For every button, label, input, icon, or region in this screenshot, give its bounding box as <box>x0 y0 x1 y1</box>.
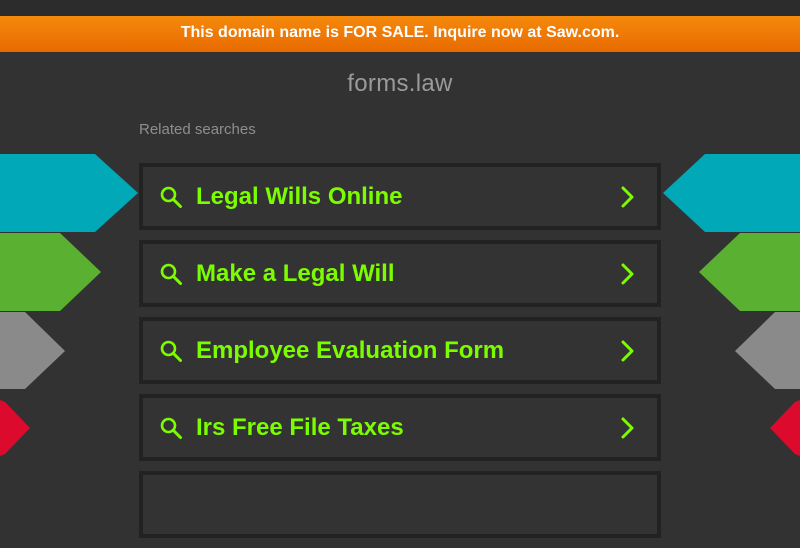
search-link-label: Employee Evaluation Form <box>196 337 505 364</box>
search-link-make-a-legal-will[interactable]: Make a Legal Will <box>139 240 661 307</box>
search-link-legal-wills-online[interactable]: Legal Wills Online <box>139 163 661 230</box>
left-decorative-arrows <box>0 154 138 456</box>
search-icon <box>160 186 182 208</box>
search-icon <box>160 417 182 439</box>
search-link-partial[interactable] <box>139 471 661 538</box>
chevron-right-icon <box>621 263 634 285</box>
top-strip <box>0 0 800 16</box>
right-red-arrow <box>770 400 800 456</box>
search-icon <box>160 263 182 285</box>
right-teal-arrow <box>663 154 800 232</box>
left-teal-arrow <box>0 154 138 232</box>
chevron-right-icon <box>621 340 634 362</box>
search-link-label: Irs Free File Taxes <box>196 414 404 441</box>
left-green-arrow <box>0 233 101 311</box>
right-green-arrow <box>699 233 800 311</box>
domain-title: forms.law <box>347 70 453 97</box>
left-red-arrow <box>0 400 30 456</box>
search-link-employee-evaluation-form[interactable]: Employee Evaluation Form <box>139 317 661 384</box>
search-link-label: Legal Wills Online <box>196 183 403 210</box>
right-decorative-arrows <box>663 154 800 456</box>
for-sale-banner[interactable]: This domain name is FOR SALE. Inquire no… <box>0 16 800 52</box>
search-link-irs-free-file-taxes[interactable]: Irs Free File Taxes <box>139 394 661 461</box>
chevron-right-icon <box>621 186 634 208</box>
right-gray-arrow <box>735 312 800 389</box>
left-gray-arrow <box>0 312 65 389</box>
related-searches-label: Related searches <box>139 121 256 138</box>
chevron-right-icon <box>621 417 634 439</box>
related-search-list: Legal Wills Online Make a Legal Will Emp… <box>139 163 661 548</box>
search-icon <box>160 340 182 362</box>
search-link-label: Make a Legal Will <box>196 260 395 287</box>
